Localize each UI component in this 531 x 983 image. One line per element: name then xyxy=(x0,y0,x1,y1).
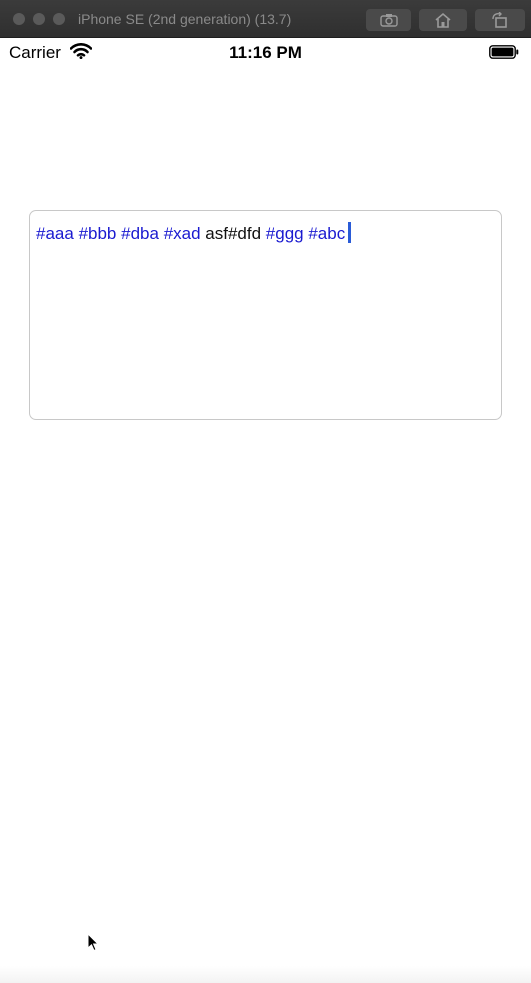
close-window-button[interactable] xyxy=(13,13,25,25)
hashtag-token[interactable]: #dba xyxy=(121,224,159,243)
battery-icon xyxy=(489,45,519,59)
status-bar: Carrier 11:16 PM xyxy=(0,38,531,68)
zoom-window-button[interactable] xyxy=(53,13,65,25)
status-time: 11:16 PM xyxy=(229,43,302,62)
hashtag-text-view[interactable]: #aaa #bbb #dba #xad asf#dfd #ggg #abc xyxy=(29,210,502,420)
hashtag-token[interactable]: #bbb xyxy=(79,224,117,243)
camera-icon xyxy=(379,14,398,27)
hashtag-token[interactable]: #abc xyxy=(308,224,345,243)
minimize-window-button[interactable] xyxy=(33,13,45,25)
title-bar: iPhone SE (2nd generation) (13.7) xyxy=(0,0,531,38)
window-title: iPhone SE (2nd generation) (13.7) xyxy=(78,11,292,27)
mouse-pointer-icon xyxy=(87,933,100,952)
text-content[interactable]: #aaa #bbb #dba #xad asf#dfd #ggg #abc xyxy=(36,222,352,244)
screenshot-button[interactable] xyxy=(366,9,411,31)
plain-text-token: asf#dfd xyxy=(200,224,266,243)
hashtag-token[interactable]: #xad xyxy=(164,224,201,243)
simulator-window: iPhone SE (2nd generation) (13.7) Carrie… xyxy=(0,0,531,983)
text-caret xyxy=(348,222,352,243)
rotate-button[interactable] xyxy=(475,9,525,31)
rotate-icon xyxy=(492,12,507,28)
bottom-edge xyxy=(0,966,531,983)
hashtag-token[interactable]: #aaa xyxy=(36,224,74,243)
home-button[interactable] xyxy=(419,9,467,31)
hashtag-token[interactable]: #ggg xyxy=(266,224,304,243)
home-icon xyxy=(435,12,451,28)
